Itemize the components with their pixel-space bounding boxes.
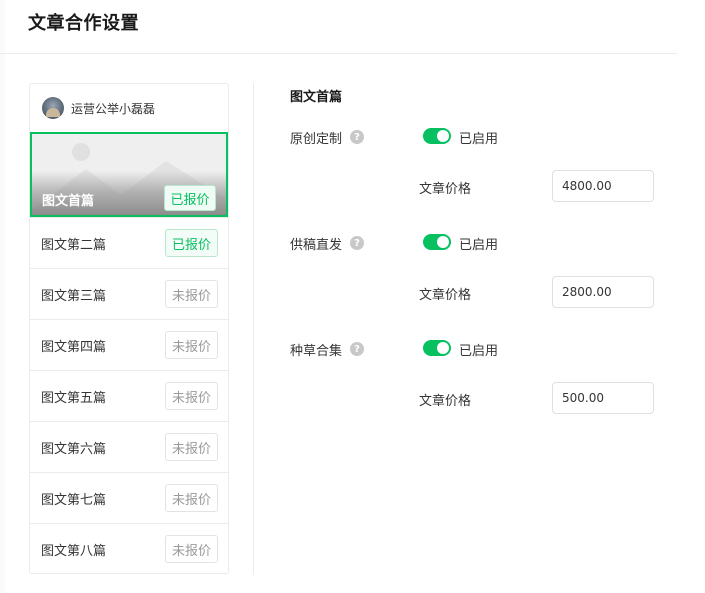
price-label: 文章价格: [419, 288, 472, 303]
enable-toggle[interactable]: [423, 234, 451, 250]
panel-divider: [253, 83, 254, 575]
article-item-label: 图文第二篇: [41, 237, 107, 253]
enable-toggle[interactable]: [423, 340, 451, 356]
setting-label: 种草合集: [290, 343, 343, 359]
price-input[interactable]: [552, 170, 654, 202]
page-title: 文章合作设置: [28, 13, 139, 34]
page-left-edge: [0, 0, 5, 593]
price-label: 文章价格: [419, 182, 472, 197]
page-header: 文章合作设置: [0, 0, 677, 54]
account-row: 运营公举小磊磊: [30, 84, 228, 132]
enable-toggle[interactable]: [423, 128, 451, 144]
toggle-knob: [437, 236, 449, 248]
article-item[interactable]: 图文第三篇 未报价: [30, 268, 228, 319]
price-input[interactable]: [552, 276, 654, 308]
article-item-label: 图文第七篇: [41, 492, 107, 508]
quote-status-badge: 未报价: [165, 280, 218, 308]
question-circle-icon[interactable]: ?: [350, 236, 365, 250]
article-item[interactable]: 图文第七篇 未报价: [30, 472, 228, 523]
toggle-status-text: 已启用: [459, 132, 499, 147]
article-item[interactable]: 图文第二篇 已报价: [30, 217, 228, 268]
quote-status-badge: 未报价: [165, 331, 218, 359]
quote-status-badge: 未报价: [165, 484, 218, 512]
quote-status-badge: 已报价: [164, 185, 216, 211]
article-item-label: 图文第八篇: [41, 543, 107, 559]
setting-label: 供稿直发: [290, 237, 343, 253]
quote-status-badge: 未报价: [165, 535, 218, 563]
article-item-first-selected[interactable]: 图文首篇 已报价: [30, 132, 228, 217]
article-item-label: 图文第五篇: [41, 390, 107, 406]
toggle-status-text: 已启用: [459, 238, 499, 253]
avatar: [42, 97, 64, 119]
price-label: 文章价格: [419, 394, 472, 409]
article-item[interactable]: 图文第六篇 未报价: [30, 421, 228, 472]
toggle-knob: [437, 130, 449, 142]
setting-row-original-custom: 原创定制 ? 已启用: [290, 124, 498, 150]
article-item-label: 图文首篇: [42, 194, 95, 209]
article-item-label: 图文第四篇: [41, 339, 107, 355]
article-list: 运营公举小磊磊 图文首篇 已报价 图文第二篇 已报价 图文第三篇 未报价 图文第…: [29, 83, 229, 574]
setting-row-seeding-collection: 种草合集 ? 已启用: [290, 336, 498, 362]
detail-section-title: 图文首篇: [290, 90, 343, 105]
price-input[interactable]: [552, 382, 654, 414]
setting-label: 原创定制: [290, 131, 343, 147]
article-item[interactable]: 图文第五篇 未报价: [30, 370, 228, 421]
quote-status-badge: 已报价: [165, 229, 218, 257]
article-item[interactable]: 图文第四篇 未报价: [30, 319, 228, 370]
toggle-status-text: 已启用: [459, 344, 499, 359]
question-circle-icon[interactable]: ?: [350, 130, 365, 144]
toggle-knob: [437, 342, 449, 354]
article-item-label: 图文第三篇: [41, 288, 107, 304]
article-item-label: 图文第六篇: [41, 441, 107, 457]
setting-row-direct-submission: 供稿直发 ? 已启用: [290, 230, 498, 256]
quote-status-badge: 未报价: [165, 433, 218, 461]
quote-status-badge: 未报价: [165, 382, 218, 410]
article-item[interactable]: 图文第八篇 未报价: [30, 523, 228, 573]
question-circle-icon[interactable]: ?: [350, 342, 365, 356]
account-name: 运营公举小磊磊: [71, 101, 156, 116]
